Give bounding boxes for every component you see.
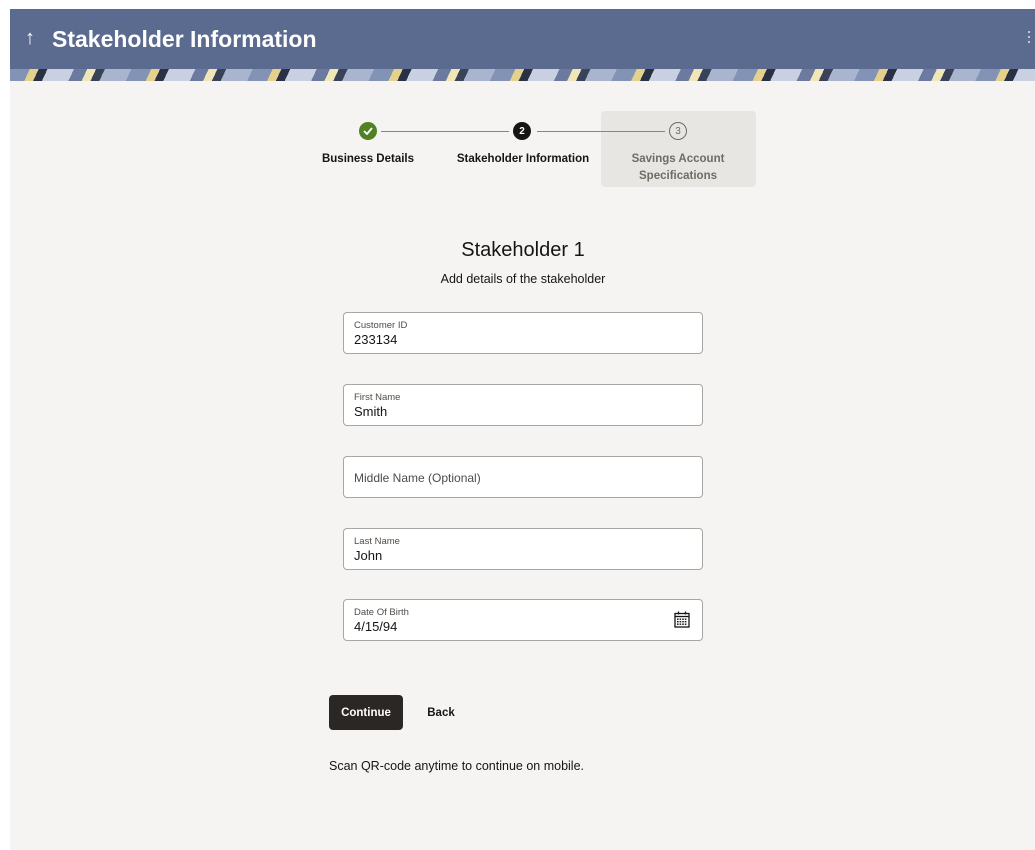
step-1-label[interactable]: Business Details [310, 151, 426, 168]
qr-code-note: Scan QR-code anytime to continue on mobi… [329, 759, 584, 773]
page-title: Stakeholder Information [52, 26, 317, 52]
up-arrow-icon[interactable]: ↑ [20, 25, 40, 51]
section-title: Stakeholder 1 [461, 239, 585, 261]
customer-id-field[interactable]: Customer ID 233134 [343, 312, 703, 354]
last-name-field[interactable]: Last Name John [343, 528, 703, 570]
first-name-label: First Name [354, 392, 401, 403]
continue-button[interactable]: Continue [329, 695, 403, 730]
app-frame: ↑ Stakeholder Information 2 3 Business D… [10, 9, 1035, 850]
step-3-label: Savings Account Specifications [631, 153, 725, 182]
decorative-banner [10, 69, 1035, 81]
step-connector [537, 131, 665, 132]
customer-id-value[interactable]: 233134 [354, 332, 397, 348]
step-2-indicator: 2 [513, 122, 531, 140]
step-3-indicator: 3 [669, 122, 687, 140]
kebab-icon[interactable] [1025, 29, 1033, 49]
step-connector [381, 131, 509, 132]
calendar-icon[interactable] [674, 611, 690, 628]
first-name-value[interactable]: Smith [354, 404, 387, 420]
first-name-field[interactable]: First Name Smith [343, 384, 703, 426]
step-1-check-icon [359, 122, 377, 140]
last-name-value[interactable]: John [354, 548, 382, 564]
date-of-birth-value[interactable]: 4/15/94 [354, 619, 397, 635]
last-name-label: Last Name [354, 536, 400, 547]
middle-name-field[interactable]: Middle Name (Optional) [343, 456, 703, 498]
customer-id-label: Customer ID [354, 320, 408, 331]
step-2-label: Stakeholder Information [456, 153, 590, 165]
section-subtitle: Add details of the stakeholder [440, 272, 606, 286]
date-of-birth-field[interactable]: Date Of Birth 4/15/94 [343, 599, 703, 641]
middle-name-placeholder[interactable]: Middle Name (Optional) [354, 470, 481, 486]
date-of-birth-label: Date Of Birth [354, 607, 409, 618]
page-header: ↑ Stakeholder Information [10, 9, 1035, 69]
back-button[interactable]: Back [419, 695, 463, 730]
